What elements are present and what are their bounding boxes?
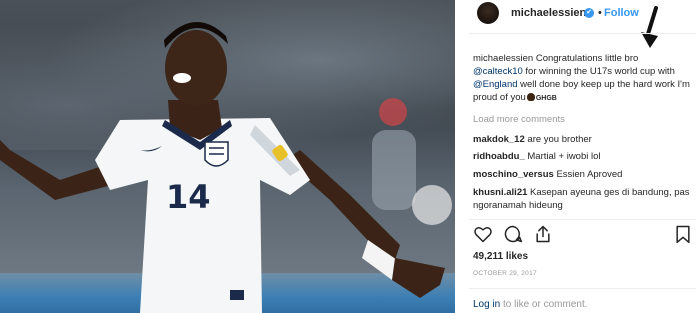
likes-count[interactable]: 49,211 likes bbox=[473, 251, 528, 262]
comment-username[interactable]: makdok_12 bbox=[473, 134, 525, 145]
caption-tag: GHGB bbox=[535, 95, 557, 102]
actions-divider bbox=[469, 219, 696, 220]
share-icon[interactable] bbox=[533, 224, 553, 244]
comment-item: moschino_versus Essien Aproved bbox=[473, 168, 695, 181]
login-link[interactable]: Log in bbox=[473, 299, 500, 310]
load-more-comments[interactable]: Load more comments bbox=[473, 114, 565, 125]
comment-text: Essien Aproved bbox=[556, 169, 623, 180]
header-separator: • bbox=[598, 7, 602, 19]
post-date: OCTOBER 29, 2017 bbox=[473, 270, 537, 277]
arrow-down-icon bbox=[641, 6, 658, 48]
follow-button[interactable]: Follow bbox=[604, 7, 639, 19]
comment-username[interactable]: moschino_versus bbox=[473, 169, 554, 180]
post-actions bbox=[473, 224, 695, 246]
caption-text-2: for winning the U17s world cup with bbox=[525, 66, 675, 77]
comment-icon[interactable] bbox=[503, 224, 523, 244]
money-bag-icon bbox=[526, 93, 535, 101]
post-photo[interactable]: 14 bbox=[0, 0, 455, 313]
comment-text: Martial + iwobi lol bbox=[527, 151, 601, 162]
header-divider bbox=[469, 33, 696, 34]
caption-text-1: Congratulations little bro bbox=[535, 53, 639, 64]
comment-item: ridhoabdu_ Martial + iwobi lol bbox=[473, 150, 695, 163]
login-rest-text: to like or comment. bbox=[503, 299, 588, 310]
post-side-panel: michaelessien ✔ • Follow michaelessien C… bbox=[455, 0, 696, 313]
caption-username[interactable]: michaelessien bbox=[473, 53, 533, 64]
post-header: michaelessien ✔ • Follow bbox=[455, 0, 696, 48]
jersey-number: 14 bbox=[166, 178, 211, 216]
mention-link[interactable]: @calteck10 bbox=[473, 66, 523, 77]
post-caption: michaelessien Congratulations little bro… bbox=[473, 52, 695, 105]
comment-text: are you brother bbox=[527, 134, 592, 145]
heart-icon[interactable] bbox=[473, 224, 493, 244]
login-prompt: Log in to like or comment. bbox=[473, 299, 588, 310]
comment-username[interactable]: ridhoabdu_ bbox=[473, 151, 525, 162]
avatar[interactable] bbox=[477, 2, 499, 24]
mention-link[interactable]: @England bbox=[473, 79, 518, 90]
login-divider bbox=[469, 288, 696, 289]
comment-item: khusni.ali21 Kasepan ayeuna ges di bandu… bbox=[473, 186, 695, 212]
verified-icon: ✔ bbox=[584, 8, 594, 18]
comment-username[interactable]: khusni.ali21 bbox=[473, 187, 527, 198]
post-username[interactable]: michaelessien bbox=[511, 7, 586, 19]
player-illustration bbox=[0, 21, 452, 313]
comment-item: makdok_12 are you brother bbox=[473, 133, 695, 146]
bookmark-icon[interactable] bbox=[673, 224, 693, 244]
